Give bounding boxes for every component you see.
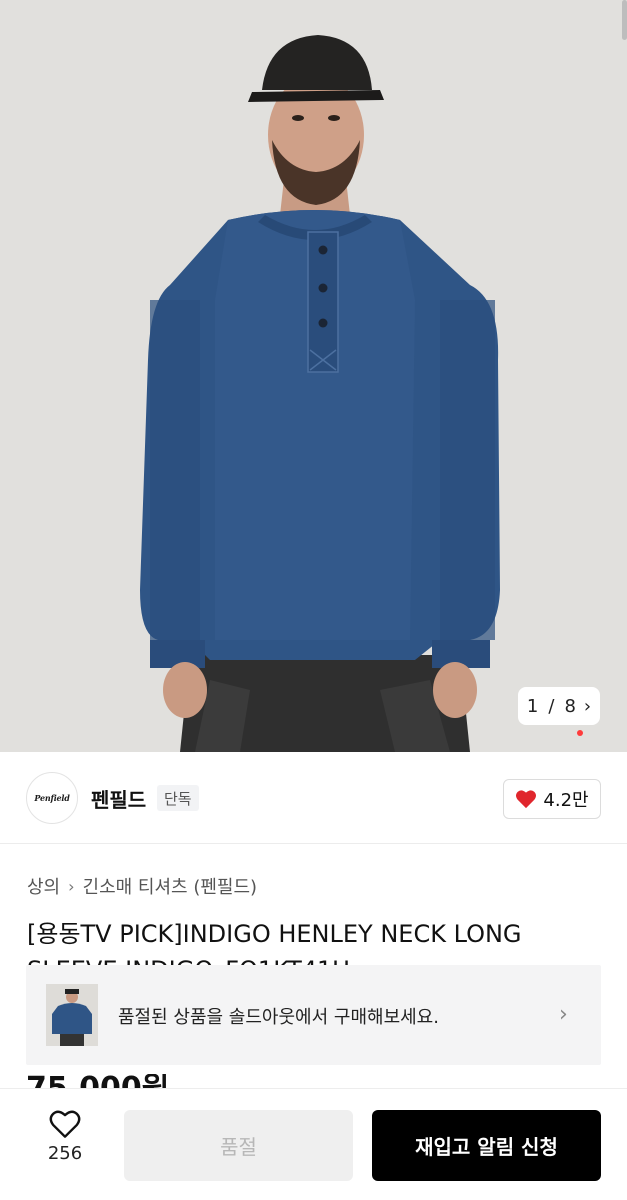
product-image-gallery[interactable]: 1 / 8 › xyxy=(0,0,627,752)
chevron-right-icon[interactable]: › xyxy=(584,696,591,717)
wish-count: 256 xyxy=(47,1143,83,1164)
exclusive-badge: 단독 xyxy=(157,785,199,811)
gallery-current: 1 xyxy=(526,695,539,717)
breadcrumb-item-subcategory[interactable]: 긴소매 티셔츠 (펜필드) xyxy=(83,873,258,899)
breadcrumb: 상의 › 긴소매 티셔츠 (펜필드) xyxy=(27,873,257,899)
pager-dot-active xyxy=(577,730,583,736)
soldout-banner-text: 품절된 상품을 솔드아웃에서 구매해보세요. xyxy=(118,1007,439,1028)
brand-name[interactable]: 펜필드 xyxy=(91,784,146,813)
product-title: [용동TV PICK]INDIGO HENLEY NECK LONG SLEEV… xyxy=(27,916,617,968)
soldout-banner[interactable]: 품절된 상품을 솔드아웃에서 구매해보세요. › xyxy=(26,965,601,1065)
breadcrumb-item-category[interactable]: 상의 xyxy=(27,873,60,899)
bottom-action-bar: 256 품절 재입고 알림 신청 xyxy=(0,1088,627,1200)
soldout-thumbnail xyxy=(46,984,98,1046)
gallery-counter[interactable]: 1 / 8 › xyxy=(518,687,600,725)
chevron-right-icon[interactable]: › xyxy=(559,1002,568,1027)
soldout-button: 품절 xyxy=(124,1110,353,1181)
product-detail-page: 1 / 8 › Penfield 펜필드 단독 4.2만 상의 › 긴소매 티셔… xyxy=(0,0,627,1200)
brand-like-button[interactable]: 4.2만 xyxy=(503,779,601,819)
brand-like-count: 4.2만 xyxy=(543,790,589,811)
chevron-right-icon: › xyxy=(68,876,75,896)
brand-logo[interactable]: Penfield xyxy=(26,772,78,824)
scrollbar-thumb[interactable] xyxy=(622,0,627,40)
restock-alert-button[interactable]: 재입고 알림 신청 xyxy=(372,1110,601,1181)
gallery-total: 8 xyxy=(564,695,576,717)
wish-button[interactable]: 256 xyxy=(30,1109,100,1179)
heart-filled-icon xyxy=(516,790,537,809)
product-photo xyxy=(0,0,627,752)
product-title-text: [용동TV PICK]INDIGO HENLEY NECK LONG SLEEV… xyxy=(27,920,522,968)
brand-row: Penfield 펜필드 단독 4.2만 xyxy=(0,752,627,844)
brand-logo-text: Penfield xyxy=(34,793,70,803)
heart-outline-icon xyxy=(49,1110,81,1138)
gallery-separator: / xyxy=(548,695,555,717)
